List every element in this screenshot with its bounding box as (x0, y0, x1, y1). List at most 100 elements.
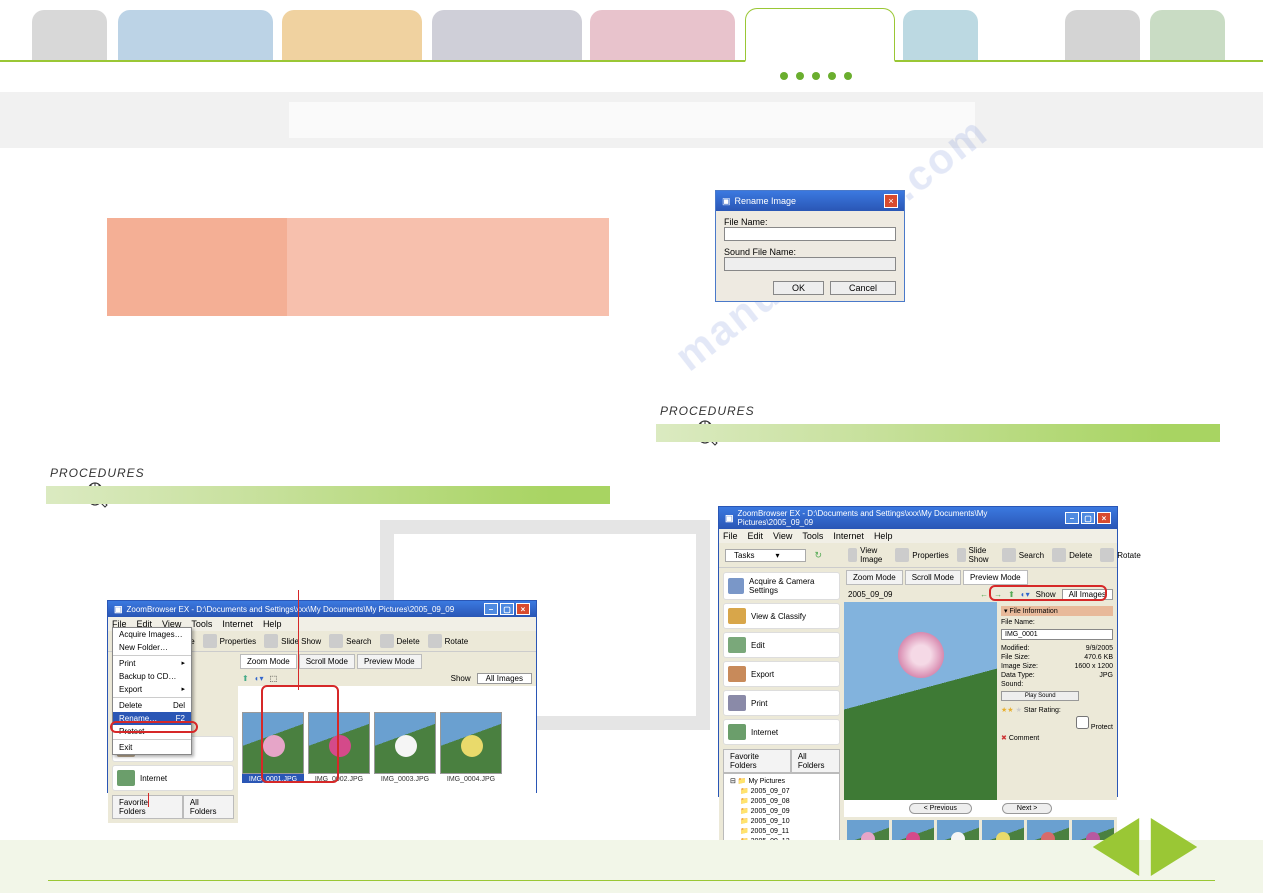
top-tab-2[interactable] (282, 10, 422, 60)
menu-edit[interactable]: Edit (748, 531, 764, 541)
ctx-print[interactable]: Print (113, 657, 191, 670)
toolbar-search[interactable]: Search (1002, 548, 1044, 562)
sidebar-internet[interactable]: Internet (112, 765, 234, 791)
close-button[interactable]: × (884, 194, 898, 208)
ctx-exit[interactable]: Exit (113, 741, 191, 754)
menu-tools[interactable]: Tools (802, 531, 823, 541)
menu-view[interactable]: View (773, 531, 792, 541)
mode-scroll-mode[interactable]: Scroll Mode (299, 654, 355, 669)
top-tab-6[interactable] (903, 10, 978, 60)
thumbnail[interactable]: IMG_0003.JPG (374, 712, 436, 783)
green-bar-left (46, 486, 610, 504)
mode-preview-mode[interactable]: Preview Mode (963, 570, 1028, 585)
toolbar-view-image[interactable]: View Image (848, 546, 887, 564)
top-tab-8[interactable] (1150, 10, 1225, 60)
next-page-arrow[interactable] (1150, 818, 1198, 876)
soundfilename-input (724, 257, 896, 271)
menu-file[interactable]: File (723, 531, 738, 541)
previous-button[interactable]: < Previous (909, 803, 972, 814)
window-title: ZoomBrowser EX - D:\Documents and Settin… (127, 605, 455, 614)
play-sound-button[interactable]: Play Sound (1001, 691, 1079, 701)
top-tab-7[interactable] (1065, 10, 1140, 60)
view-mode-tabs[interactable]: Zoom ModeScroll ModePreview Mode (844, 568, 1117, 587)
close-button[interactable]: × (1097, 512, 1111, 524)
breadcrumb: 2005_09_09 (848, 590, 893, 599)
mode-zoom-mode[interactable]: Zoom Mode (240, 654, 297, 669)
menu-help[interactable]: Help (263, 619, 282, 629)
ctx-rename-[interactable]: Rename…F2 (113, 712, 191, 725)
tasks-dropdown[interactable]: Tasks ▾ (725, 549, 806, 562)
top-tab-0[interactable] (32, 10, 107, 60)
file-info-panel: ▾ File Information File Name: IMG_0001 M… (997, 602, 1117, 800)
star-icon[interactable]: ★★ (1001, 706, 1014, 714)
sidebar-internet[interactable]: Internet (723, 719, 840, 745)
top-tab-3[interactable] (432, 10, 582, 60)
protect-checkbox[interactable] (1076, 716, 1089, 729)
minimize-button[interactable]: – (1065, 512, 1079, 524)
maximize-button[interactable]: ▢ (1081, 512, 1095, 524)
toolbar-rotate[interactable]: Rotate (1100, 548, 1141, 562)
menu-help[interactable]: Help (874, 531, 893, 541)
mode-scroll-mode[interactable]: Scroll Mode (905, 570, 961, 585)
fwd-icon[interactable]: → (994, 590, 1002, 599)
top-tab-1[interactable] (118, 10, 273, 60)
ctx-acquire-images-[interactable]: Acquire Images… (113, 628, 191, 641)
info-row: File Size:470.6 KB (1001, 653, 1113, 662)
toolbar-search[interactable]: Search (329, 634, 371, 648)
show-dropdown[interactable]: All Images (477, 673, 532, 684)
filename-field[interactable]: IMG_0001 (1001, 629, 1113, 640)
thumbnail[interactable]: IMG_0004.JPG (440, 712, 502, 783)
ctx-protect[interactable]: Protect (113, 725, 191, 738)
all-folders-tab[interactable]: All Folders (183, 795, 234, 818)
toolbar-properties[interactable]: Properties (895, 548, 948, 562)
up-icon[interactable]: ⬆ (1008, 590, 1015, 599)
toolbar-properties[interactable]: Properties (203, 634, 256, 648)
folder-tab[interactable]: Favorite Folders (723, 749, 791, 772)
sidebar-export[interactable]: Export (723, 661, 840, 687)
menu-tools[interactable]: Tools (191, 619, 212, 629)
folder-tab[interactable]: All Folders (791, 749, 840, 772)
sidebar-acquire-camera-settings[interactable]: Acquire & Camera Settings (723, 572, 840, 600)
ctx-new-folder-[interactable]: New Folder… (113, 641, 191, 654)
mode-preview-mode[interactable]: Preview Mode (357, 654, 422, 669)
sidebar-view-classify[interactable]: View & Classify (723, 603, 840, 629)
minimize-button[interactable]: – (484, 603, 498, 615)
prev-page-arrow[interactable] (1092, 818, 1140, 876)
edit-context-menu[interactable]: Acquire Images…New Folder… PrintBackup to… (112, 627, 192, 755)
toolbar-slide-show[interactable]: Slide Show (957, 546, 994, 564)
section-header (107, 218, 609, 316)
info-row: Data Type:JPG (1001, 671, 1113, 680)
menu-internet[interactable]: Internet (222, 619, 253, 629)
toolbar-delete[interactable]: Delete (1052, 548, 1092, 562)
comment-icon: ✖ (1001, 735, 1007, 742)
thumbnail[interactable]: IMG_0001.JPG (242, 712, 304, 783)
mode-zoom-mode[interactable]: Zoom Mode (846, 570, 903, 585)
green-bar-right (656, 424, 1220, 442)
sidebar-print[interactable]: Print (723, 690, 840, 716)
toolbar-slide-show[interactable]: Slide Show (264, 634, 321, 648)
show-dropdown[interactable]: All Images (1062, 589, 1113, 600)
preview-image (844, 602, 997, 800)
ctx-export[interactable]: Export (113, 683, 191, 696)
thumbnail[interactable]: IMG_0002.JPG (308, 712, 370, 783)
ctx-backup-to-cd-[interactable]: Backup to CD… (113, 670, 191, 683)
sidebar-edit[interactable]: Edit (723, 632, 840, 658)
filename-label: File Name: (724, 217, 896, 227)
close-button[interactable]: × (516, 603, 530, 615)
filename-input[interactable] (724, 227, 896, 241)
back-icon[interactable]: ← (980, 590, 988, 599)
ok-button[interactable]: OK (773, 281, 824, 295)
menu-internet[interactable]: Internet (833, 531, 864, 541)
cancel-button[interactable]: Cancel (830, 281, 896, 295)
top-tab-4[interactable] (590, 10, 735, 60)
menu-bar[interactable]: File Edit View Tools Internet Help (719, 529, 1117, 543)
toolbar-rotate[interactable]: Rotate (428, 634, 469, 648)
view-mode-tabs[interactable]: Zoom ModeScroll ModePreview Mode (238, 652, 536, 671)
top-tab-5[interactable] (745, 8, 895, 62)
refresh-icon[interactable]: ↻ (814, 550, 822, 561)
ctx-delete[interactable]: DeleteDel (113, 699, 191, 712)
dialog-title-bar: ▣ Rename Image × (716, 191, 904, 211)
maximize-button[interactable]: ▢ (500, 603, 514, 615)
next-button[interactable]: Next > (1002, 803, 1052, 814)
toolbar-delete[interactable]: Delete (380, 634, 420, 648)
